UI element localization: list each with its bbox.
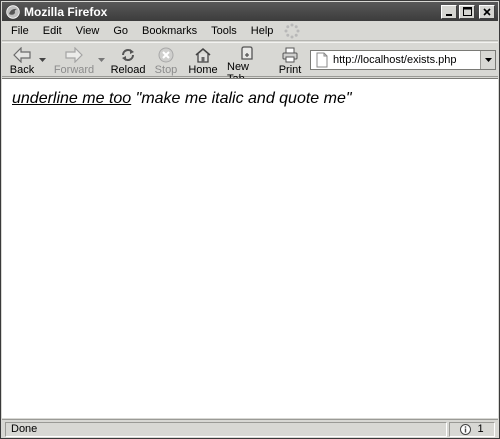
- menu-view[interactable]: View: [69, 25, 107, 37]
- info-icon: [460, 423, 472, 435]
- back-dropdown-icon[interactable]: [39, 58, 46, 63]
- underlined-text: underline me too: [12, 90, 132, 107]
- url-text[interactable]: http://localhost/exists.php: [333, 54, 480, 66]
- status-text: Done: [5, 421, 447, 437]
- stop-label: Stop: [154, 64, 178, 76]
- menu-edit[interactable]: Edit: [36, 25, 69, 37]
- new-tab-icon: [241, 46, 253, 60]
- forward-arrow-icon: [65, 46, 83, 63]
- back-arrow-icon: [13, 46, 31, 63]
- home-button[interactable]: Home: [188, 45, 218, 77]
- minimize-button[interactable]: [441, 4, 457, 19]
- menu-bookmarks[interactable]: Bookmarks: [135, 25, 204, 37]
- print-button[interactable]: Print: [277, 45, 303, 77]
- forward-button[interactable]: Forward: [52, 45, 96, 77]
- title-bar: Mozilla Firefox: [2, 2, 498, 21]
- printer-icon: [282, 47, 298, 62]
- home-icon: [195, 47, 211, 63]
- page-icon: [316, 52, 328, 68]
- status-bar: Done 1: [2, 419, 498, 438]
- reload-label: Reload: [110, 64, 146, 76]
- menu-file[interactable]: File: [2, 25, 36, 37]
- info-panel[interactable]: 1: [449, 421, 495, 437]
- navigation-toolbar: Back Forward Reload Stop Home New Print …: [2, 42, 498, 85]
- close-icon: [483, 7, 491, 16]
- stop-button[interactable]: Stop: [153, 45, 179, 77]
- close-button[interactable]: [479, 4, 495, 19]
- maximize-icon: [462, 7, 472, 16]
- browser-window: Mozilla Firefox File Edit View Go Bookma…: [0, 0, 500, 439]
- url-bar[interactable]: http://localhost/exists.php: [310, 50, 496, 70]
- italic-quoted-text: "make me italic and quote me": [135, 90, 352, 107]
- print-label: Print: [278, 64, 302, 76]
- menu-go[interactable]: Go: [106, 25, 135, 37]
- maximize-button[interactable]: [459, 4, 475, 19]
- page-body-text: underline me too "make me italic and quo…: [12, 90, 352, 108]
- menu-bar: File Edit View Go Bookmarks Tools Help: [2, 21, 498, 41]
- window-title: Mozilla Firefox: [24, 4, 108, 19]
- menu-help[interactable]: Help: [244, 25, 281, 37]
- menu-tools[interactable]: Tools: [204, 25, 244, 37]
- back-label: Back: [9, 64, 35, 76]
- firefox-logo-icon: [6, 4, 20, 19]
- stop-icon: [158, 47, 174, 62]
- chevron-down-icon: [484, 57, 492, 62]
- minimize-icon: [446, 13, 452, 16]
- reload-icon: [122, 48, 134, 61]
- reload-button[interactable]: Reload: [111, 45, 145, 77]
- url-dropdown-button[interactable]: [480, 51, 495, 69]
- throbber-icon: [284, 23, 300, 38]
- home-label: Home: [188, 64, 218, 76]
- info-count: 1: [477, 423, 484, 435]
- page-content: underline me too "make me italic and quo…: [2, 78, 498, 418]
- new-tab-button[interactable]: New Tab: [227, 45, 267, 85]
- forward-label: Forward: [53, 64, 95, 76]
- forward-dropdown-icon[interactable]: [98, 58, 105, 63]
- back-button[interactable]: Back: [9, 45, 35, 77]
